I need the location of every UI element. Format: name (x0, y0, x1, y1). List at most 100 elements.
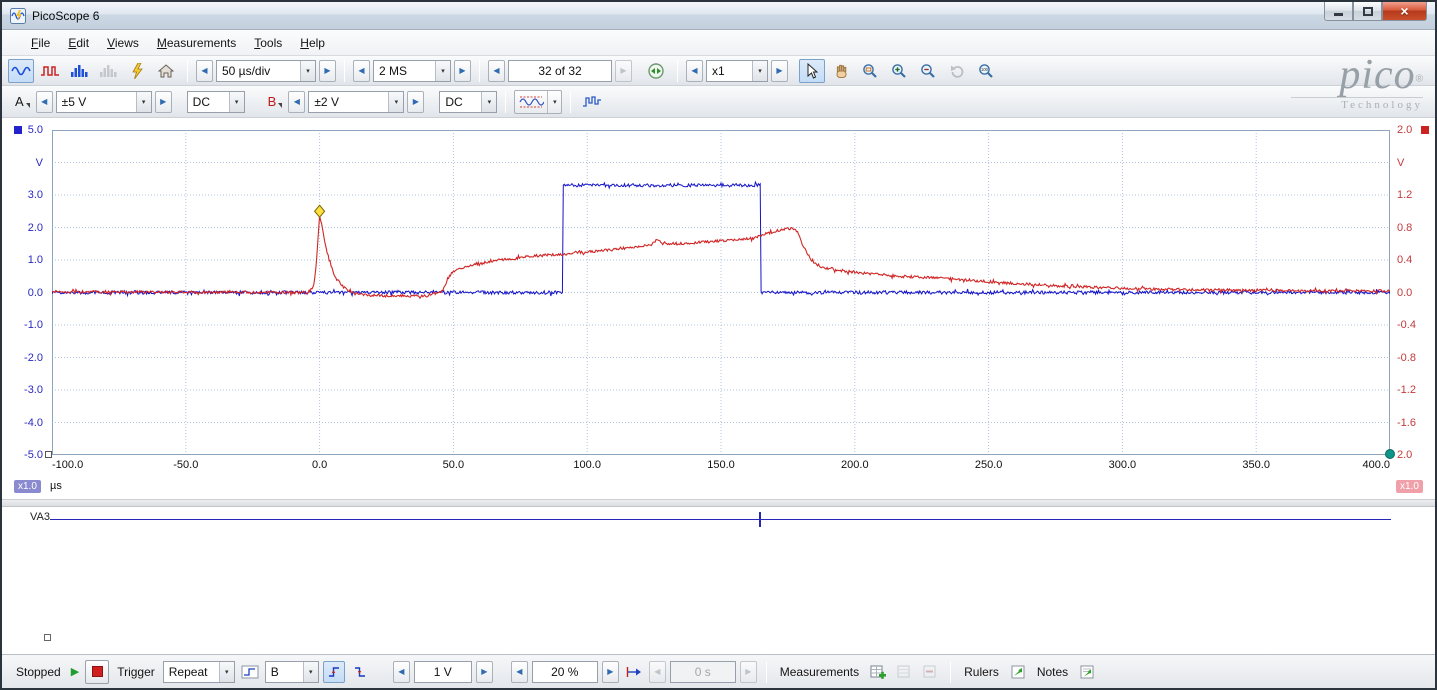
buffer-position-box[interactable]: 32 of 32 (508, 59, 612, 82)
x-axis-label: -100.0 (52, 459, 84, 471)
add-measurement-button[interactable] (867, 661, 889, 683)
arrow-left-icon: ◀ (516, 667, 523, 676)
channel-a-options-button[interactable]: A (12, 94, 33, 109)
channel-b-axis-handle[interactable] (1421, 126, 1429, 134)
channel-b-coupling-select[interactable]: DC ▾ (439, 90, 498, 113)
trigger-marker-diamond[interactable] (313, 204, 326, 219)
arrow-left-icon: ◀ (654, 667, 661, 676)
zoom-decrease-button[interactable]: ◀ (686, 59, 703, 82)
channel-b-range-decrease-button[interactable]: ◀ (288, 90, 306, 113)
menu-tools[interactable]: Tools (245, 33, 291, 53)
persistence-view-button[interactable] (37, 59, 63, 83)
channel-a-coupling-select[interactable]: DC ▾ (186, 90, 245, 113)
rulers-button[interactable] (1007, 661, 1029, 683)
trigger-level-field[interactable]: 1 V (413, 660, 472, 683)
normal-selection-tool-button[interactable] (799, 58, 825, 83)
channel-a-range-increase-button[interactable]: ▶ (154, 90, 172, 113)
arrow-right-icon: ▶ (745, 667, 752, 676)
toolbar-separator (505, 90, 507, 113)
trigger-mode-select[interactable]: Repeat ▾ (162, 660, 235, 683)
samples-increase-button[interactable]: ▶ (454, 59, 471, 82)
channel-b-options-button[interactable]: B (265, 94, 286, 109)
channel-b-range-select[interactable]: ±2 V ▾ (308, 90, 405, 113)
overview-offset-handle[interactable] (44, 634, 51, 641)
right-axis-label: -0.8 (1397, 351, 1416, 364)
advanced-trigger-button[interactable] (239, 661, 261, 683)
buffer-position-value: 32 of 32 (538, 63, 582, 78)
menu-edit[interactable]: Edit (59, 33, 98, 53)
undo-zoom-icon (951, 65, 964, 78)
arrow-left-icon: ◀ (41, 97, 48, 106)
maximize-button[interactable] (1353, 2, 1382, 21)
buffer-overview-button[interactable] (643, 59, 669, 83)
trigger-source-select[interactable]: B ▾ (264, 660, 319, 683)
samples-decrease-button[interactable]: ◀ (353, 59, 370, 82)
hand-tool-button[interactable] (828, 59, 854, 83)
caption-buttons: × (1324, 2, 1427, 21)
close-button[interactable]: × (1382, 2, 1427, 21)
toolbar-separator (187, 59, 188, 82)
awg-output-marker[interactable] (1385, 449, 1395, 459)
buffer-previous-button[interactable]: ◀ (488, 59, 505, 82)
zoom-full-button[interactable]: 100 (973, 59, 999, 83)
toolbar-separator (344, 59, 345, 82)
pretrigger-increase-button[interactable]: ▶ (601, 660, 619, 683)
menu-help[interactable]: Help (291, 33, 334, 53)
zoom-out-tool-button[interactable] (915, 59, 941, 83)
scope-graph-area[interactable]: 5.0 V 3.0 2.0 1.0 0.0 -1.0 -2.0 -3.0 -4.0 -5.0 2.0… (2, 118, 1435, 499)
holdoff-increase-button: ▶ (739, 660, 757, 683)
awg-editor-button[interactable] (579, 90, 605, 114)
scope-view-button[interactable] (8, 58, 34, 83)
overview-panel[interactable]: VA3 (2, 507, 1435, 654)
notes-button[interactable] (1076, 661, 1098, 683)
scope-plot[interactable] (52, 130, 1390, 455)
trigger-level-increase-button[interactable]: ▶ (475, 660, 493, 683)
x-axis-label: 200.0 (841, 459, 869, 471)
overview-trace (50, 519, 1391, 520)
buffer-navigator-icon (648, 62, 664, 79)
start-button[interactable]: ▶ (71, 665, 79, 678)
zoom-increase-button[interactable]: ▶ (771, 59, 788, 82)
advanced-trigger-icon (241, 665, 259, 678)
timebase-increase-button[interactable]: ▶ (319, 59, 336, 82)
zoom-100-icon: 100 (979, 63, 993, 78)
trigger-level-decrease-button[interactable]: ◀ (392, 660, 410, 683)
home-button[interactable] (153, 59, 179, 83)
menu-views[interactable]: Views (98, 33, 148, 53)
spectrum-view-button[interactable] (66, 59, 92, 83)
overview-trigger-marker[interactable] (759, 512, 761, 527)
menu-file[interactable]: File (22, 33, 59, 53)
channel-a-offset-marker[interactable] (45, 451, 52, 458)
picoscope-window: PicoScope 6 × File Edit Views Measuremen… (0, 0, 1437, 690)
minimize-button[interactable] (1324, 2, 1353, 21)
channel-a-range-select[interactable]: ±5 V ▾ (55, 90, 152, 113)
caret-down-icon: ▾ (300, 60, 315, 81)
channel-a-range-decrease-button[interactable]: ◀ (35, 90, 53, 113)
zoom-in-tool-button[interactable] (886, 59, 912, 83)
pretrigger-decrease-button[interactable]: ◀ (510, 660, 528, 683)
auto-setup-button[interactable] (124, 59, 150, 83)
stop-button[interactable] (85, 659, 110, 684)
arrow-left-icon: ◀ (293, 97, 300, 106)
channel-a-axis-handle[interactable] (14, 126, 22, 134)
view-splitter[interactable] (2, 499, 1435, 507)
trigger-source-value: B (270, 664, 279, 679)
rulers-icon (1011, 665, 1025, 678)
channel-b-range-increase-button[interactable]: ▶ (407, 90, 425, 113)
samples-select[interactable]: 2 MS ▾ (373, 59, 451, 82)
post-trigger-toggle-button[interactable] (623, 661, 645, 683)
left-axis-label: -3.0 (24, 384, 43, 396)
menu-measurements[interactable]: Measurements (148, 33, 245, 53)
pretrigger-value: 20 % (551, 664, 579, 679)
stop-icon (91, 666, 103, 677)
timebase-select[interactable]: 50 µs/div ▾ (216, 59, 316, 82)
pretrigger-field[interactable]: 20 % (531, 660, 598, 683)
window-zoom-tool-button[interactable] (857, 59, 883, 83)
titlebar[interactable]: PicoScope 6 × (2, 2, 1435, 30)
zoom-select[interactable]: x1 ▾ (706, 59, 768, 82)
notes-label: Notes (1036, 664, 1069, 679)
signal-generator-button[interactable]: ▾ (514, 89, 563, 114)
falling-edge-button[interactable] (349, 661, 371, 683)
rising-edge-button[interactable] (322, 660, 345, 683)
timebase-decrease-button[interactable]: ◀ (196, 59, 213, 82)
